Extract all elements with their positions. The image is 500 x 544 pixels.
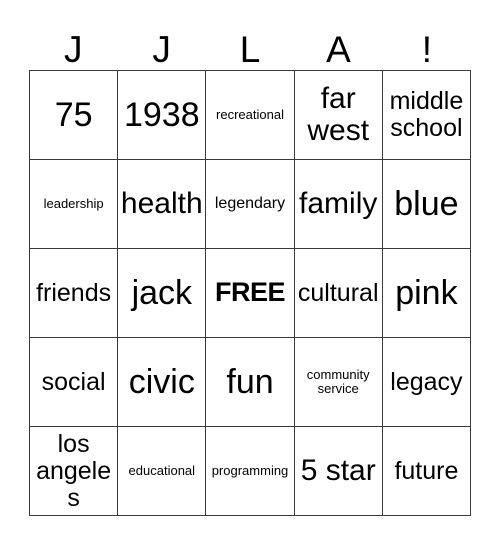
bingo-cell-2-1[interactable]: jack	[118, 249, 207, 338]
bingo-cell-3-0[interactable]: social	[30, 338, 119, 427]
bingo-header-letter-3: A	[326, 29, 351, 70]
bingo-cell-label: future	[394, 456, 459, 485]
bingo-cell-label: jack	[131, 273, 193, 312]
bingo-cell-1-4[interactable]: blue	[382, 160, 472, 249]
bingo-grid: 75 1938 recreational far west middle sch…	[29, 70, 472, 516]
bingo-cell-free[interactable]: FREE	[206, 249, 295, 338]
bingo-cell-label: leadership	[43, 195, 104, 211]
bingo-cell-3-2[interactable]: fun	[206, 338, 295, 427]
bingo-cell-label: friends	[36, 278, 112, 307]
bingo-header-letter-1: J	[152, 29, 171, 70]
bingo-cell-0-4[interactable]: middle school	[382, 71, 472, 160]
bingo-header-letter-4: !	[421, 29, 432, 70]
bingo-header-letter-2: L	[239, 29, 261, 70]
bingo-cell-0-1[interactable]: 1938	[118, 71, 207, 160]
bingo-cell-1-3[interactable]: family	[294, 160, 383, 249]
bingo-cell-3-1[interactable]: civic	[118, 338, 207, 427]
bingo-cell-3-4[interactable]: legacy	[382, 338, 472, 427]
bingo-cell-4-0[interactable]: los angeles	[30, 427, 119, 516]
bingo-cell-label: community service	[306, 366, 370, 396]
bingo-cell-1-0[interactable]: leadership	[30, 160, 119, 249]
bingo-cell-label: educational	[128, 462, 196, 478]
bingo-cell-2-0[interactable]: friends	[30, 249, 119, 338]
bingo-cell-0-3[interactable]: far west	[294, 71, 383, 160]
bingo-cell-label: programming	[211, 462, 289, 478]
bingo-cell-label: social	[41, 367, 106, 396]
bingo-cell-label: 1938	[123, 95, 200, 134]
bingo-cell-1-2[interactable]: legendary	[206, 160, 295, 249]
bingo-cell-label: health	[120, 186, 203, 220]
bingo-header-row: J J L A !	[29, 22, 471, 70]
bingo-row-0: 75 1938 recreational far west middle sch…	[30, 71, 472, 160]
bingo-cell-label: blue	[394, 184, 459, 223]
bingo-cell-label: los angeles	[36, 429, 112, 512]
bingo-cell-label: civic	[128, 362, 195, 401]
bingo-cell-0-0[interactable]: 75	[30, 71, 119, 160]
bingo-free-label: FREE	[215, 277, 286, 308]
bingo-cell-4-1[interactable]: educational	[118, 427, 207, 516]
bingo-cell-label: fun	[226, 362, 274, 401]
bingo-cell-4-3[interactable]: 5 star	[294, 427, 383, 516]
bingo-cell-4-4[interactable]: future	[382, 427, 472, 516]
bingo-cell-label: far west	[307, 81, 370, 147]
bingo-header-letter-0: J	[63, 29, 83, 70]
bingo-card: J J L A ! 75 1938 recreational far west …	[29, 22, 472, 516]
bingo-cell-0-2[interactable]: recreational	[206, 71, 295, 160]
bingo-cell-label: 75	[54, 95, 93, 134]
bingo-cell-label: legendary	[214, 195, 286, 213]
bingo-cell-label: recreational	[216, 106, 284, 122]
bingo-cell-3-3[interactable]: community service	[294, 338, 383, 427]
bingo-cell-label: family	[299, 186, 378, 220]
bingo-cell-label: middle school	[389, 87, 464, 142]
bingo-cell-2-4[interactable]: pink	[382, 249, 472, 338]
bingo-cell-label: cultural	[297, 278, 379, 307]
bingo-cell-2-3[interactable]: cultural	[294, 249, 383, 338]
bingo-row-2: friends jack FREE cultural pink	[30, 249, 472, 338]
bingo-cell-1-1[interactable]: health	[118, 160, 207, 249]
bingo-row-1: leadership health legendary family blue	[30, 160, 472, 249]
bingo-cell-label: 5 star	[300, 453, 376, 487]
bingo-cell-label: legacy	[390, 367, 463, 396]
bingo-row-4: los angeles educational programming 5 st…	[30, 427, 472, 516]
bingo-row-3: social civic fun community service legac…	[30, 338, 472, 427]
bingo-cell-4-2[interactable]: programming	[206, 427, 295, 516]
bingo-cell-label: pink	[395, 273, 458, 312]
